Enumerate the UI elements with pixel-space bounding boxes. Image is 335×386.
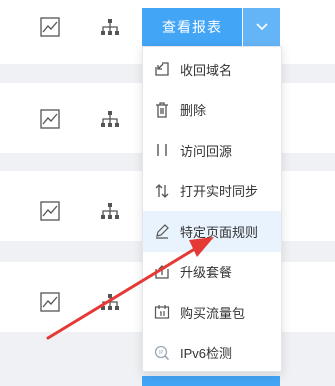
trend-chart-icon[interactable]: [40, 292, 60, 312]
menu-item-page-rules[interactable]: 特定页面规则: [143, 211, 281, 252]
ipv6-detect-icon: IP: [154, 345, 170, 361]
menu-item-label: 升级套餐: [180, 265, 233, 281]
dropdown-toggle-button[interactable]: [243, 8, 280, 46]
chevron-down-icon: [255, 18, 268, 36]
menu-item-label: IPv6检测: [180, 346, 233, 362]
trend-chart-icon[interactable]: [40, 17, 60, 37]
trend-chart-icon[interactable]: [40, 201, 60, 221]
reclaim-icon: [154, 61, 170, 77]
view-report-button[interactable]: 查看报表: [142, 8, 242, 46]
sitemap-icon[interactable]: [100, 292, 120, 312]
menu-item-ipv6-detection[interactable]: IP IPv6检测: [143, 333, 281, 374]
menu-item-label: 购买流量包: [180, 305, 246, 321]
menu-item-label: 访问回源: [180, 143, 233, 159]
menu-item-buy-traffic-pack[interactable]: 购买流量包: [143, 292, 281, 333]
menu-item-label: 打开实时同步: [180, 184, 259, 200]
sitemap-icon[interactable]: [100, 109, 120, 129]
menu-item-delete[interactable]: 删除: [143, 90, 281, 131]
more-actions-menu: 收回域名 删除 访问回源 打开实时同步 特定页面规则 升级套餐 购买流量包 IP…: [142, 46, 282, 372]
view-report-button-next[interactable]: [142, 376, 280, 386]
page: 查看报表 收回域名 删除 访问回源 打开实时同步 特定页面规则 升级套餐 购买流…: [0, 0, 335, 386]
sitemap-icon[interactable]: [100, 201, 120, 221]
menu-item-label: 收回域名: [180, 62, 233, 78]
upgrade-icon: [154, 264, 170, 280]
report-split-button: 查看报表: [142, 8, 280, 46]
menu-item-origin-access[interactable]: 访问回源: [143, 130, 281, 171]
traffic-pack-icon: [154, 304, 170, 320]
menu-item-upgrade-plan[interactable]: 升级套餐: [143, 252, 281, 293]
sitemap-icon[interactable]: [100, 17, 120, 37]
trend-chart-icon[interactable]: [40, 109, 60, 129]
sync-icon: [154, 183, 170, 199]
menu-item-label: 删除: [180, 103, 207, 119]
menu-item-enable-realtime-sync[interactable]: 打开实时同步: [143, 171, 281, 212]
edit-icon: [154, 223, 170, 239]
menu-item-label: 特定页面规则: [180, 224, 259, 240]
origin-icon: [154, 142, 170, 158]
menu-item-reclaim-domain[interactable]: 收回域名: [143, 49, 281, 90]
trash-icon: [154, 102, 170, 118]
svg-text:IP: IP: [159, 350, 164, 356]
